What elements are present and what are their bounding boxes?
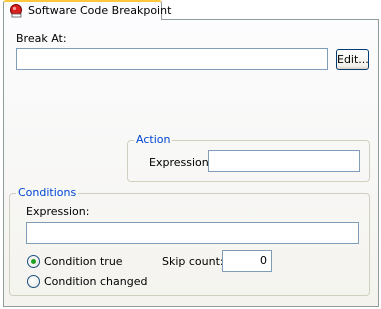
action-expression-label: Expression: xyxy=(149,156,213,169)
breakpoint-icon xyxy=(9,4,23,18)
condition-true-label: Condition true xyxy=(44,254,123,268)
skip-count-label: Skip count: xyxy=(162,255,224,268)
tab-label: Software Code Breakpoint xyxy=(28,4,172,17)
conditions-expression-input[interactable] xyxy=(26,222,359,244)
edit-button[interactable]: Edit... xyxy=(336,49,369,70)
condition-true-radio[interactable]: Condition true xyxy=(27,254,123,268)
radio-unchecked-icon[interactable] xyxy=(27,274,40,288)
conditions-group: Conditions Expression: Condition true Co… xyxy=(9,186,370,296)
break-at-label: Break At: xyxy=(16,32,67,45)
condition-changed-label: Condition changed xyxy=(44,274,148,288)
skip-count-input[interactable]: 0 xyxy=(222,250,272,272)
radio-checked-icon[interactable] xyxy=(27,254,40,268)
conditions-expression-label: Expression: xyxy=(26,205,90,218)
tab-software-code-breakpoint[interactable]: Software Code Breakpoint xyxy=(3,0,171,20)
action-group: Action Expression: xyxy=(127,133,370,182)
conditions-group-legend: Conditions xyxy=(16,186,79,199)
break-at-input[interactable] xyxy=(16,48,328,70)
breakpoint-panel: Break At: Edit... Action Expression: Con… xyxy=(3,19,379,307)
action-group-legend: Action xyxy=(134,133,173,146)
condition-changed-radio[interactable]: Condition changed xyxy=(27,274,147,288)
action-expression-input[interactable] xyxy=(208,150,360,172)
